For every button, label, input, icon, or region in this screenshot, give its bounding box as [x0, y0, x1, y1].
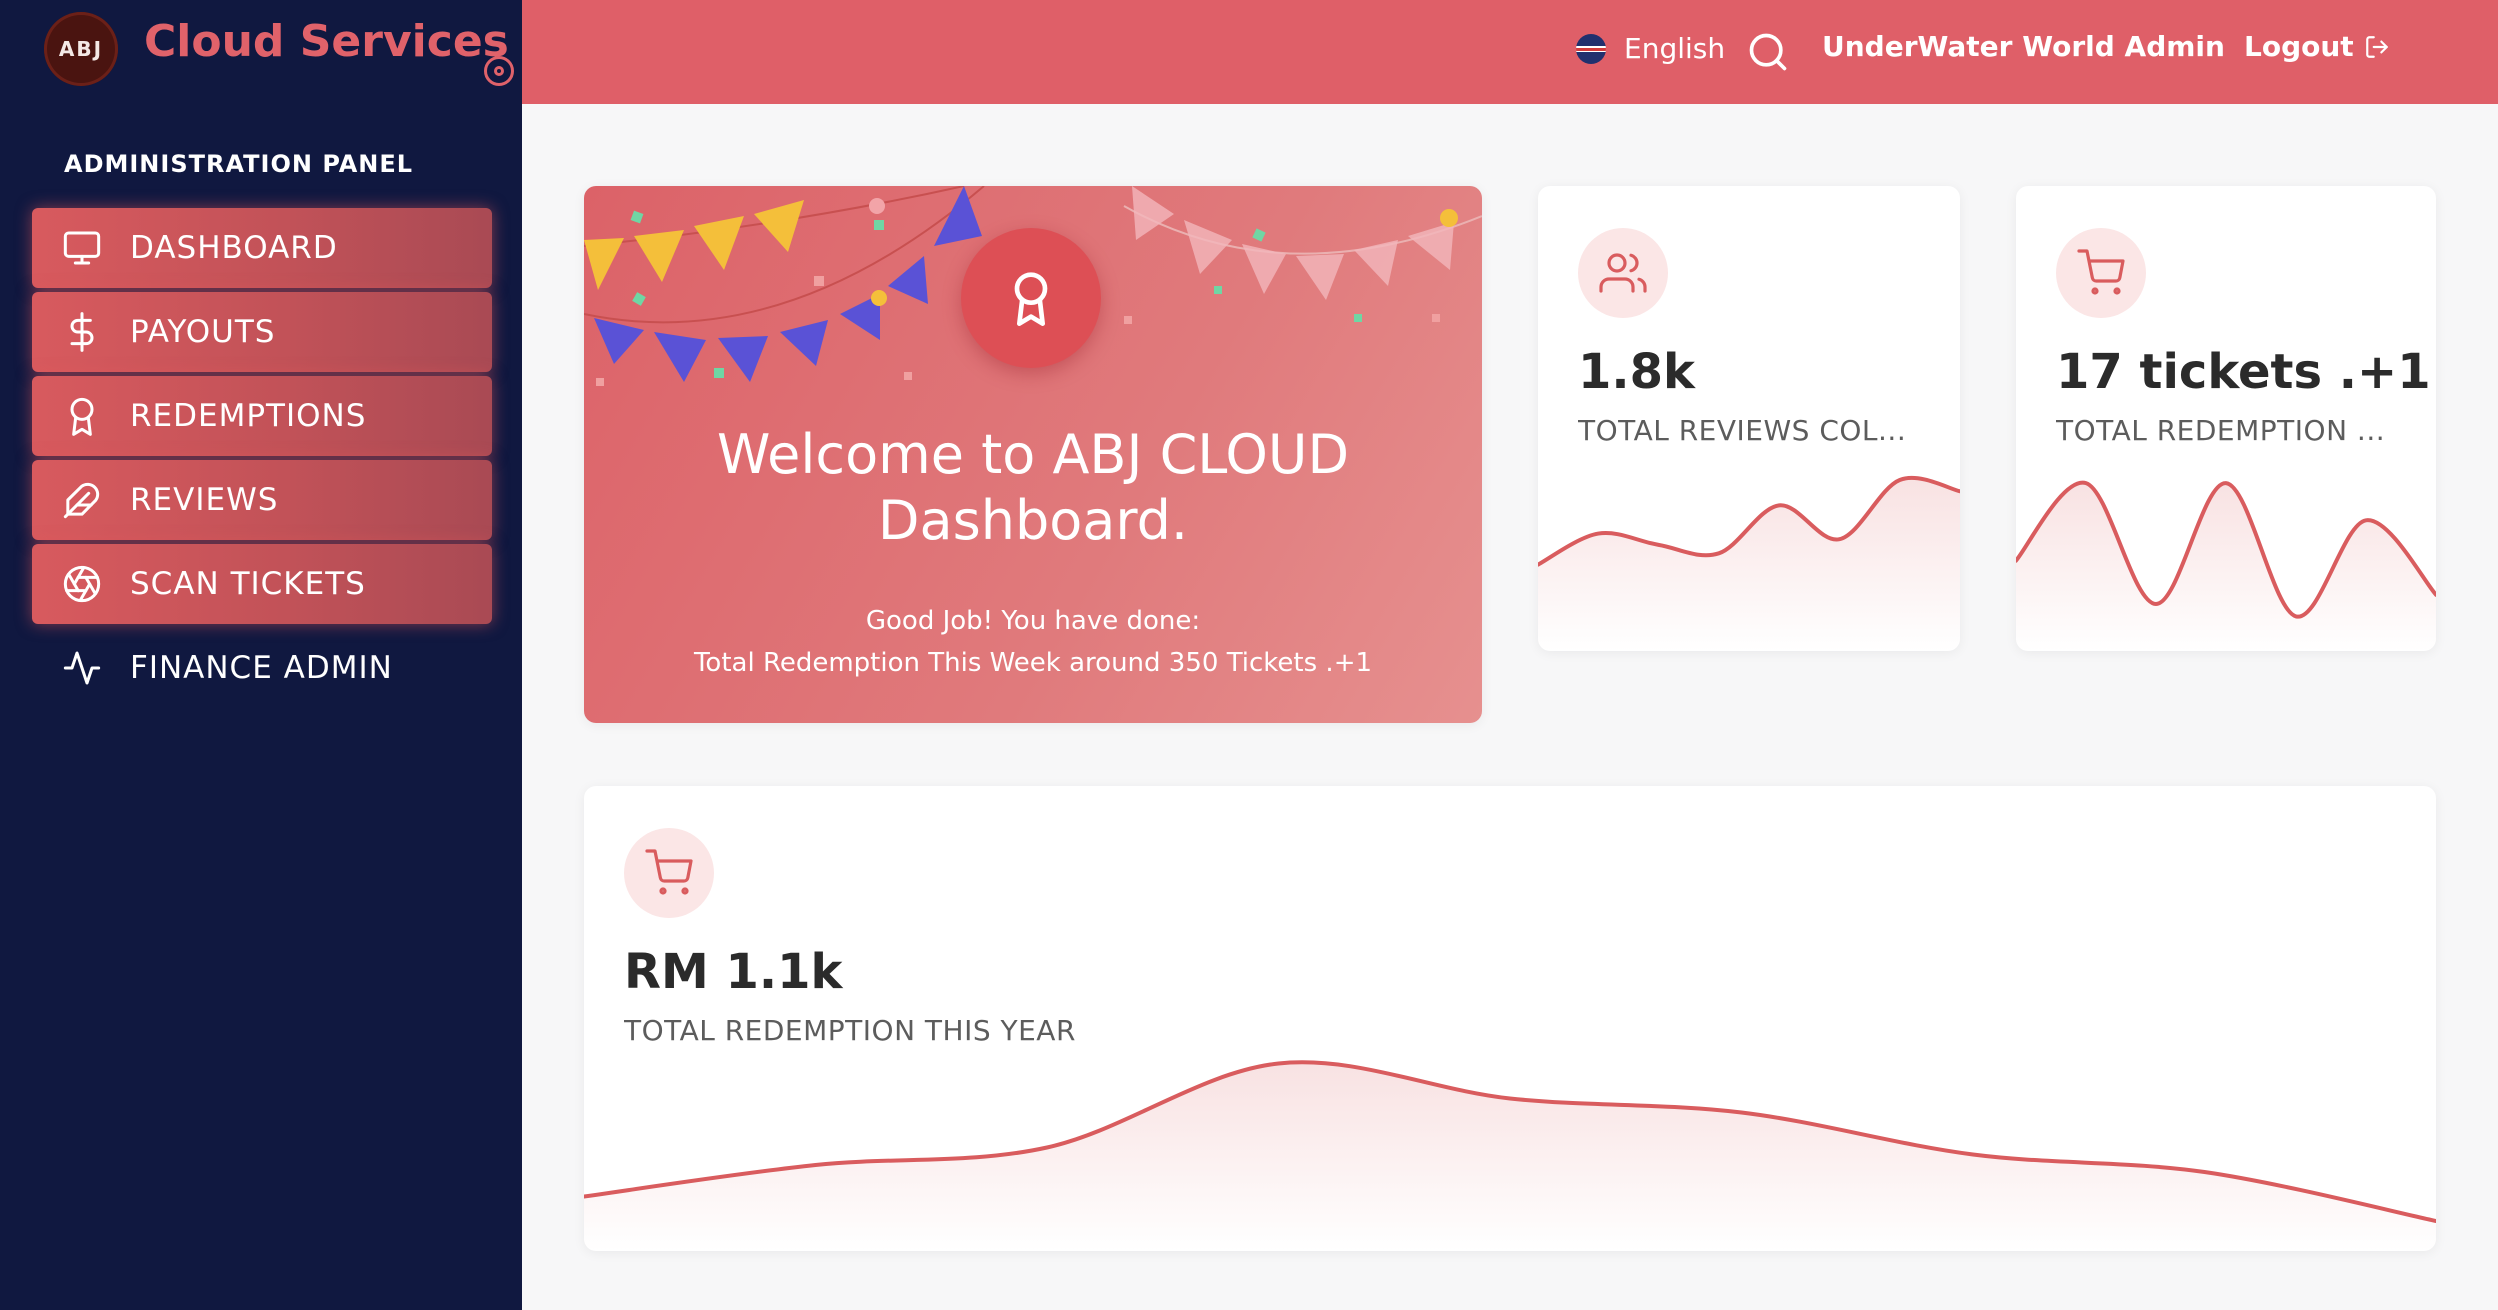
total-year-label: TOTAL REDEMPTION THIS YEAR [624, 1014, 1076, 1047]
cart-icon [2056, 228, 2146, 318]
sidebar-menu: DASHBOARD PAYOUTS REDEMPTIONS REVIEWS SC… [32, 208, 492, 712]
total-redemption-year-card[interactable]: RM 1.1k TOTAL REDEMPTION THIS YEAR [584, 786, 2436, 1251]
reviews-sparkline [1538, 475, 1960, 651]
welcome-line-2: Total Redemption This Week around 350 Ti… [693, 648, 1373, 678]
sidebar-item-label: REDEMPTIONS [130, 398, 367, 434]
welcome-title: Welcome to ABJ CLOUD Dashboard. [716, 423, 1350, 552]
sparkline-area [584, 1062, 2436, 1251]
brand-title: Cloud Services [144, 16, 509, 67]
total-tickets-label: TOTAL REDEMPTION ... [2056, 414, 2386, 447]
sparkline-area [2016, 482, 2436, 651]
welcome-card: Welcome to ABJ CLOUD Dashboard. Good Job… [584, 186, 1482, 723]
sidebar-item-label: DASHBOARD [130, 230, 338, 266]
award-icon [60, 394, 104, 438]
total-reviews-card[interactable]: 1.8k TOTAL REVIEWS COL... [1538, 186, 1960, 651]
topbar: English UnderWater World Admin Logout [522, 0, 2498, 104]
total-redemption-tickets-card[interactable]: 17 tickets .+1 TOTAL REDEMPTION ... [2016, 186, 2436, 651]
activity-icon [60, 646, 104, 690]
welcome-line-1: Good Job! You have done: [865, 606, 1201, 636]
sidebar-item-reviews[interactable]: REVIEWS [32, 460, 492, 540]
sidebar-item-label: FINANCE ADMIN [130, 650, 393, 686]
monitor-icon [60, 226, 104, 270]
language-selector[interactable]: English [1576, 32, 1725, 65]
sidebar-toggle-icon[interactable] [484, 56, 514, 86]
sidebar-item-label: REVIEWS [130, 482, 279, 518]
users-icon [1578, 228, 1668, 318]
total-tickets-value: 17 tickets .+1 [2056, 344, 2431, 400]
award-badge [961, 228, 1101, 368]
aperture-icon [60, 562, 104, 606]
sidebar: ABJ Cloud Services ADMINISTRATION PANEL … [0, 0, 522, 1310]
sparkline-area [1538, 477, 1960, 651]
logout-label: Logout [2244, 30, 2354, 63]
award-icon [1014, 272, 1048, 326]
language-label: English [1624, 32, 1726, 65]
sidebar-item-label: PAYOUTS [130, 314, 276, 350]
administration-panel-heading: ADMINISTRATION PANEL [64, 150, 414, 178]
total-reviews-value: 1.8k [1578, 344, 1695, 400]
logout-icon [2365, 35, 2388, 58]
sidebar-item-label: SCAN TICKETS [130, 566, 366, 602]
logout-button[interactable]: Logout [2244, 30, 2390, 63]
sidebar-item-redemptions[interactable]: REDEMPTIONS [32, 376, 492, 456]
total-year-value: RM 1.1k [624, 944, 843, 1000]
search-icon[interactable] [1746, 30, 1790, 74]
cart-icon [624, 828, 714, 918]
brand[interactable]: ABJ Cloud Services [44, 10, 522, 110]
welcome-subtitle: Good Job! You have done: Total Redemptio… [584, 600, 1482, 684]
feather-icon [60, 478, 104, 522]
abj-logo: ABJ [44, 12, 118, 86]
total-reviews-label: TOTAL REVIEWS COL... [1578, 414, 1907, 447]
dollar-icon [60, 310, 104, 354]
sidebar-item-scan-tickets[interactable]: SCAN TICKETS [32, 544, 492, 624]
user-menu[interactable]: UnderWater World Admin [1822, 30, 2225, 63]
sidebar-item-payouts[interactable]: PAYOUTS [32, 292, 492, 372]
sidebar-item-finance-admin[interactable]: FINANCE ADMIN [32, 628, 492, 708]
tickets-sparkline [2016, 480, 2436, 651]
uk-flag-icon [1576, 33, 1606, 64]
year-sparkline [584, 1060, 2436, 1251]
sidebar-item-dashboard[interactable]: DASHBOARD [32, 208, 492, 288]
